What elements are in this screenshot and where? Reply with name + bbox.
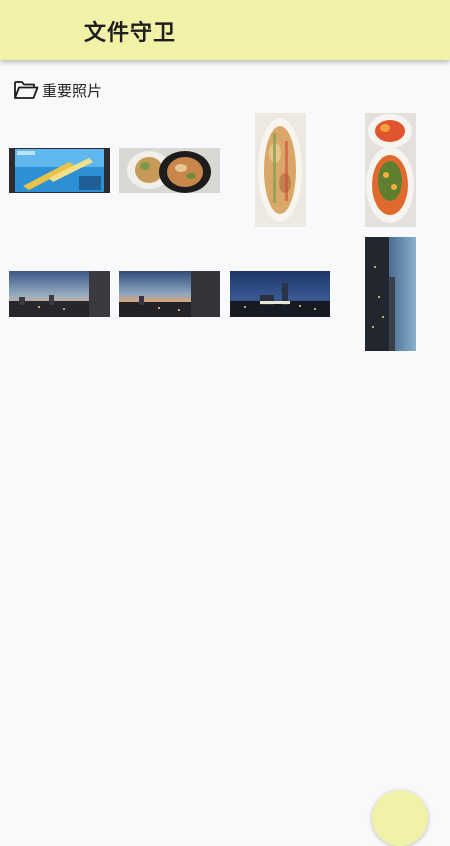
app-bar: 文件守卫 xyxy=(0,0,450,60)
photo-thumbnail-city-night[interactable] xyxy=(230,271,330,317)
folder-open-icon xyxy=(14,81,39,99)
app-title: 文件守卫 xyxy=(84,21,177,46)
floating-action-button[interactable] xyxy=(372,790,428,846)
photo-thumbnail-city-sunset-1[interactable] xyxy=(9,271,110,317)
folder-header[interactable]: 重要照片 xyxy=(13,78,102,102)
photo-thumbnail-city-sunset-2[interactable] xyxy=(119,271,220,317)
photo-thumbnail-food-dish[interactable] xyxy=(255,113,306,227)
photo-thumbnail-game-screen[interactable] xyxy=(9,148,110,193)
folder-label: 重要照片 xyxy=(42,81,103,100)
photo-thumbnail-city-coast[interactable] xyxy=(365,237,416,351)
photo-thumbnail-food-plates-tall[interactable] xyxy=(365,113,416,227)
photo-thumbnail-food-plates[interactable] xyxy=(119,148,220,193)
